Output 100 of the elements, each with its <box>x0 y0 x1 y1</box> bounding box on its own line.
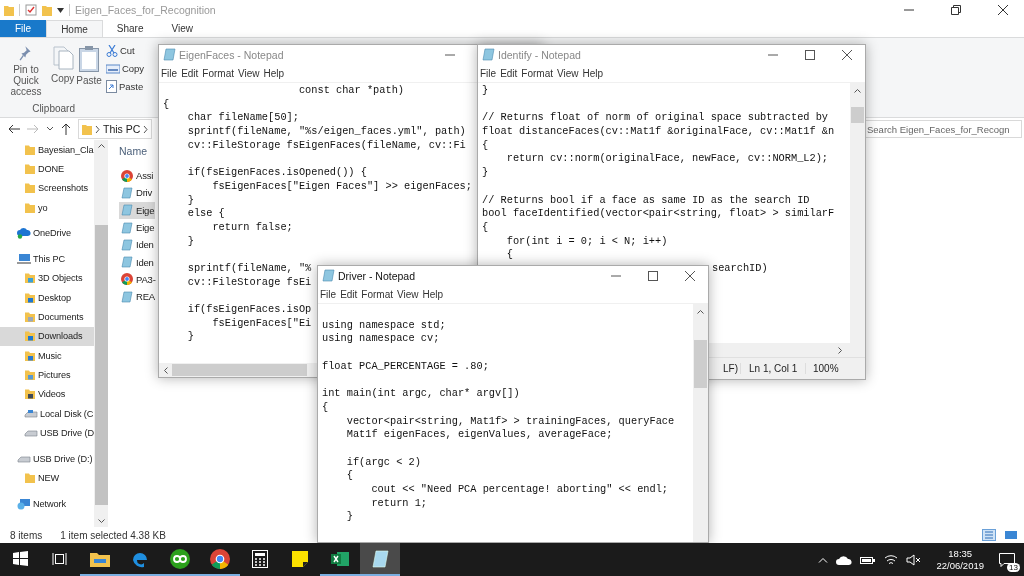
code-line: { <box>345 469 353 482</box>
code-line: sprintf(fileName, "% <box>186 261 312 274</box>
menu-item[interactable]: Edit <box>181 67 199 79</box>
group-label: Clipboard <box>32 103 76 114</box>
ribbon-button[interactable]: Paste <box>104 78 145 95</box>
nav-item[interactable]: Screenshots <box>0 178 94 198</box>
breadcrumb-item[interactable]: This PC <box>103 123 141 135</box>
code-line: { <box>505 248 513 261</box>
nav-item[interactable]: Music <box>0 345 94 366</box>
clock-time[interactable]: 18:35 <box>948 547 973 560</box>
menu-item[interactable]: Help <box>263 67 285 79</box>
nav-item[interactable]: Documents <box>0 307 94 327</box>
code-line: using namespace cv; <box>322 332 440 345</box>
nav-item[interactable]: This PC <box>0 249 94 269</box>
nav-item[interactable]: Bayesian_Cla <box>0 140 94 160</box>
nav-item[interactable]: Videos <box>0 384 94 404</box>
nav-item[interactable]: yo <box>0 197 94 218</box>
code-line: for(int i = 0; i < N; i++) <box>505 234 668 247</box>
nav-item[interactable]: Network <box>0 494 94 514</box>
code-line: else { <box>186 207 225 220</box>
ribbon-button[interactable]: Paste <box>75 42 103 100</box>
menu-item[interactable]: File <box>320 288 337 300</box>
code-line: return cv::norm(originalFace, newFace, cv::NORM_L2); <box>505 152 829 165</box>
code-line: searchID) <box>712 261 768 274</box>
code-line: // Returns bool if a face as same ID as the search ID <box>482 193 810 206</box>
nav-item[interactable]: 3D Objects <box>0 268 94 289</box>
code-line: { <box>482 138 489 151</box>
menu-item[interactable]: View <box>238 67 260 79</box>
code-line: cv::FileStorage fsEigenFaces(fileName, cv::Fi <box>186 138 466 151</box>
nav-item[interactable]: OneDrive <box>0 223 94 243</box>
nav-item[interactable]: Local Disk (C <box>0 403 94 424</box>
menu-item[interactable]: Help <box>582 67 604 79</box>
code-line: const char *path) <box>297 84 404 96</box>
menu-item[interactable]: Edit <box>340 288 358 300</box>
nav-item[interactable]: USB Drive (D:) <box>0 448 94 469</box>
menu-item[interactable]: Edit <box>500 67 518 79</box>
nav-item[interactable]: Desktop <box>0 288 94 308</box>
menu-item[interactable]: Help <box>422 288 444 300</box>
list-entry[interactable]: Assi <box>119 167 155 185</box>
code-line: fsEigenFaces["Eigen Faces"] >> eigenFaces; <box>211 179 472 192</box>
list-entry[interactable]: Iden <box>119 253 155 271</box>
code-line: } <box>186 234 194 247</box>
code-line: } <box>186 330 194 343</box>
code-line: fsEigenFaces["Ei <box>211 316 312 329</box>
code-line: bool faceIdentified(vector<pair<string, float> > similarF <box>482 207 835 220</box>
status-text: 100% <box>805 363 855 374</box>
list-entry[interactable]: PA3- <box>119 270 157 289</box>
column-header[interactable]: Name <box>119 145 147 157</box>
window-title: EigenFaces - Notepad <box>179 48 284 61</box>
status-text: 1 item selected 4.38 KB <box>60 529 166 541</box>
code-line: } <box>482 84 489 96</box>
code-line: } <box>345 510 353 523</box>
ribbon-button[interactable]: Copy <box>50 42 76 100</box>
clock-date[interactable]: 22/06/2019 <box>936 559 984 572</box>
code-line: cv::FileStorage fsEi <box>186 275 312 288</box>
ribbon-button[interactable]: Pin to Quick access <box>2 42 50 100</box>
code-line: return 1; <box>370 496 428 509</box>
code-line: Mat1f eigenFaces, eigenValues, averageFace; <box>345 428 613 441</box>
ribbon-tab[interactable]: Home <box>46 20 103 37</box>
code-line: if(argc < 2) <box>345 455 421 468</box>
list-entry[interactable]: Eige <box>119 201 156 219</box>
nav-item[interactable]: USB Drive (D <box>0 423 94 443</box>
code-line: sprintf(fileName, "%s/eigen_faces.yml", path) <box>186 125 466 138</box>
code-line: using namespace std; <box>322 318 446 331</box>
ribbon-tab[interactable]: View <box>157 20 207 37</box>
code-line: if(fsEigenFaces.isOpened()) { <box>186 166 367 179</box>
menu-item[interactable]: View <box>397 288 419 300</box>
ribbon-button[interactable]: Cut <box>104 42 136 59</box>
list-entry[interactable]: Eige <box>119 218 156 237</box>
status-text: Ln 1, Col 1 <box>740 363 805 374</box>
code-line: { <box>322 400 329 413</box>
code-line: { <box>482 220 489 233</box>
window-title: Driver - Notepad <box>338 269 416 282</box>
code-line: } <box>186 193 194 206</box>
menu-item[interactable]: View <box>557 67 579 79</box>
list-entry[interactable]: Iden <box>119 236 155 254</box>
nav-item[interactable]: Downloads <box>0 326 94 346</box>
menu-item[interactable]: Format <box>521 67 554 79</box>
menu-item[interactable]: Format <box>202 67 235 79</box>
window-title: Identify - Notepad <box>498 48 581 61</box>
nav-item[interactable]: DONE <box>0 159 94 179</box>
menu-item[interactable]: File <box>161 67 178 79</box>
code-line: if(fsEigenFaces.isOp <box>186 303 312 315</box>
notification-button[interactable]: 13 <box>990 543 1024 576</box>
menu-item[interactable]: Format <box>361 288 394 300</box>
status-text: 8 items <box>10 529 43 541</box>
nav-item[interactable]: Pictures <box>0 365 94 385</box>
nav-item[interactable]: NEW <box>0 468 94 488</box>
address-field[interactable]: This PC <box>78 119 153 139</box>
code-line: { <box>163 97 170 110</box>
menu-item[interactable]: File <box>480 67 497 79</box>
list-entry[interactable]: REA <box>119 288 156 306</box>
status-text: LF) <box>723 363 739 374</box>
ribbon-tab[interactable]: File <box>0 20 47 37</box>
ribbon-tab[interactable]: Share <box>102 20 158 37</box>
ribbon-button[interactable]: Copy <box>104 60 146 77</box>
code-line: float PCA_PERCENTAGE = .80; <box>322 359 489 372</box>
search-field[interactable]: Search Eigen_Faces_for_Recogn <box>864 120 1022 138</box>
list-entry[interactable]: Driv <box>119 184 154 202</box>
code-line: return false; <box>211 220 293 233</box>
